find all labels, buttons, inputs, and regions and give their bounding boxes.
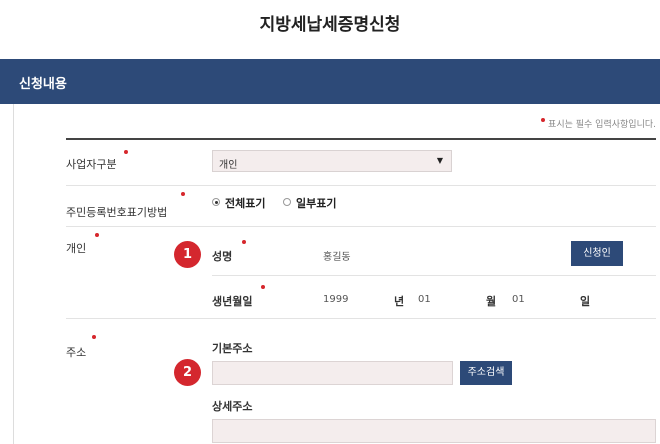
page-title: 지방세납세증명신청	[259, 15, 401, 35]
section-header: 신청내용	[0, 59, 660, 104]
address-label: 주소	[66, 346, 87, 359]
basic-address-label: 기본주소	[212, 342, 253, 355]
business-type-label: 사업자구분	[66, 158, 117, 171]
rrn-display-label: 주민등록번호표기방법	[66, 206, 168, 219]
rrn-option-partial-label: 일부표기	[296, 197, 337, 210]
required-mark-icon	[181, 192, 185, 196]
required-mark-icon	[242, 240, 246, 244]
birth-day-value: 01	[512, 294, 525, 305]
birth-label: 생년월일	[212, 295, 253, 308]
row-divider	[66, 318, 656, 319]
radio-checked-icon[interactable]	[212, 198, 220, 206]
name-label: 성명	[212, 250, 233, 263]
name-value: 홍길동	[323, 252, 351, 263]
row-divider	[66, 226, 656, 227]
row-divider	[66, 185, 656, 186]
form-top-rule	[66, 138, 656, 140]
birth-year-value: 1999	[323, 294, 349, 305]
birth-month-value: 01	[418, 294, 431, 305]
step-badge-2: 2	[174, 359, 201, 386]
dropdown-arrow-icon: ▼	[436, 156, 443, 165]
required-note-text: 표시는 필수 입력사항입니다.	[548, 120, 656, 130]
year-unit: 년	[394, 295, 405, 308]
detail-address-label: 상세주소	[212, 400, 253, 413]
rrn-option-full[interactable]: 전체표기	[212, 196, 282, 210]
row-divider	[212, 275, 656, 276]
required-mark-icon	[541, 118, 546, 122]
rrn-option-full-label: 전체표기	[225, 197, 266, 210]
month-unit: 월	[486, 295, 497, 308]
required-mark-icon	[124, 150, 128, 154]
required-mark-icon	[92, 335, 96, 339]
section-title: 신청내용	[19, 77, 67, 92]
step-badge-1: 1	[174, 241, 201, 268]
individual-label: 개인	[66, 242, 87, 255]
rrn-option-partial[interactable]: 일부표기	[283, 196, 353, 210]
applicant-button[interactable]: 신청인	[571, 241, 623, 266]
radio-unchecked-icon[interactable]	[283, 198, 291, 206]
business-type-value: 개인	[219, 160, 238, 171]
required-mark-icon	[261, 285, 265, 289]
day-unit: 일	[580, 295, 591, 308]
required-note: 표시는 필수 입력사항입니다.	[541, 117, 656, 130]
detail-address-input[interactable]	[212, 419, 656, 443]
address-search-button[interactable]: 주소검색	[460, 361, 512, 385]
required-mark-icon	[95, 233, 99, 237]
basic-address-input[interactable]	[212, 361, 453, 385]
business-type-select[interactable]: 개인 ▼	[212, 150, 452, 172]
